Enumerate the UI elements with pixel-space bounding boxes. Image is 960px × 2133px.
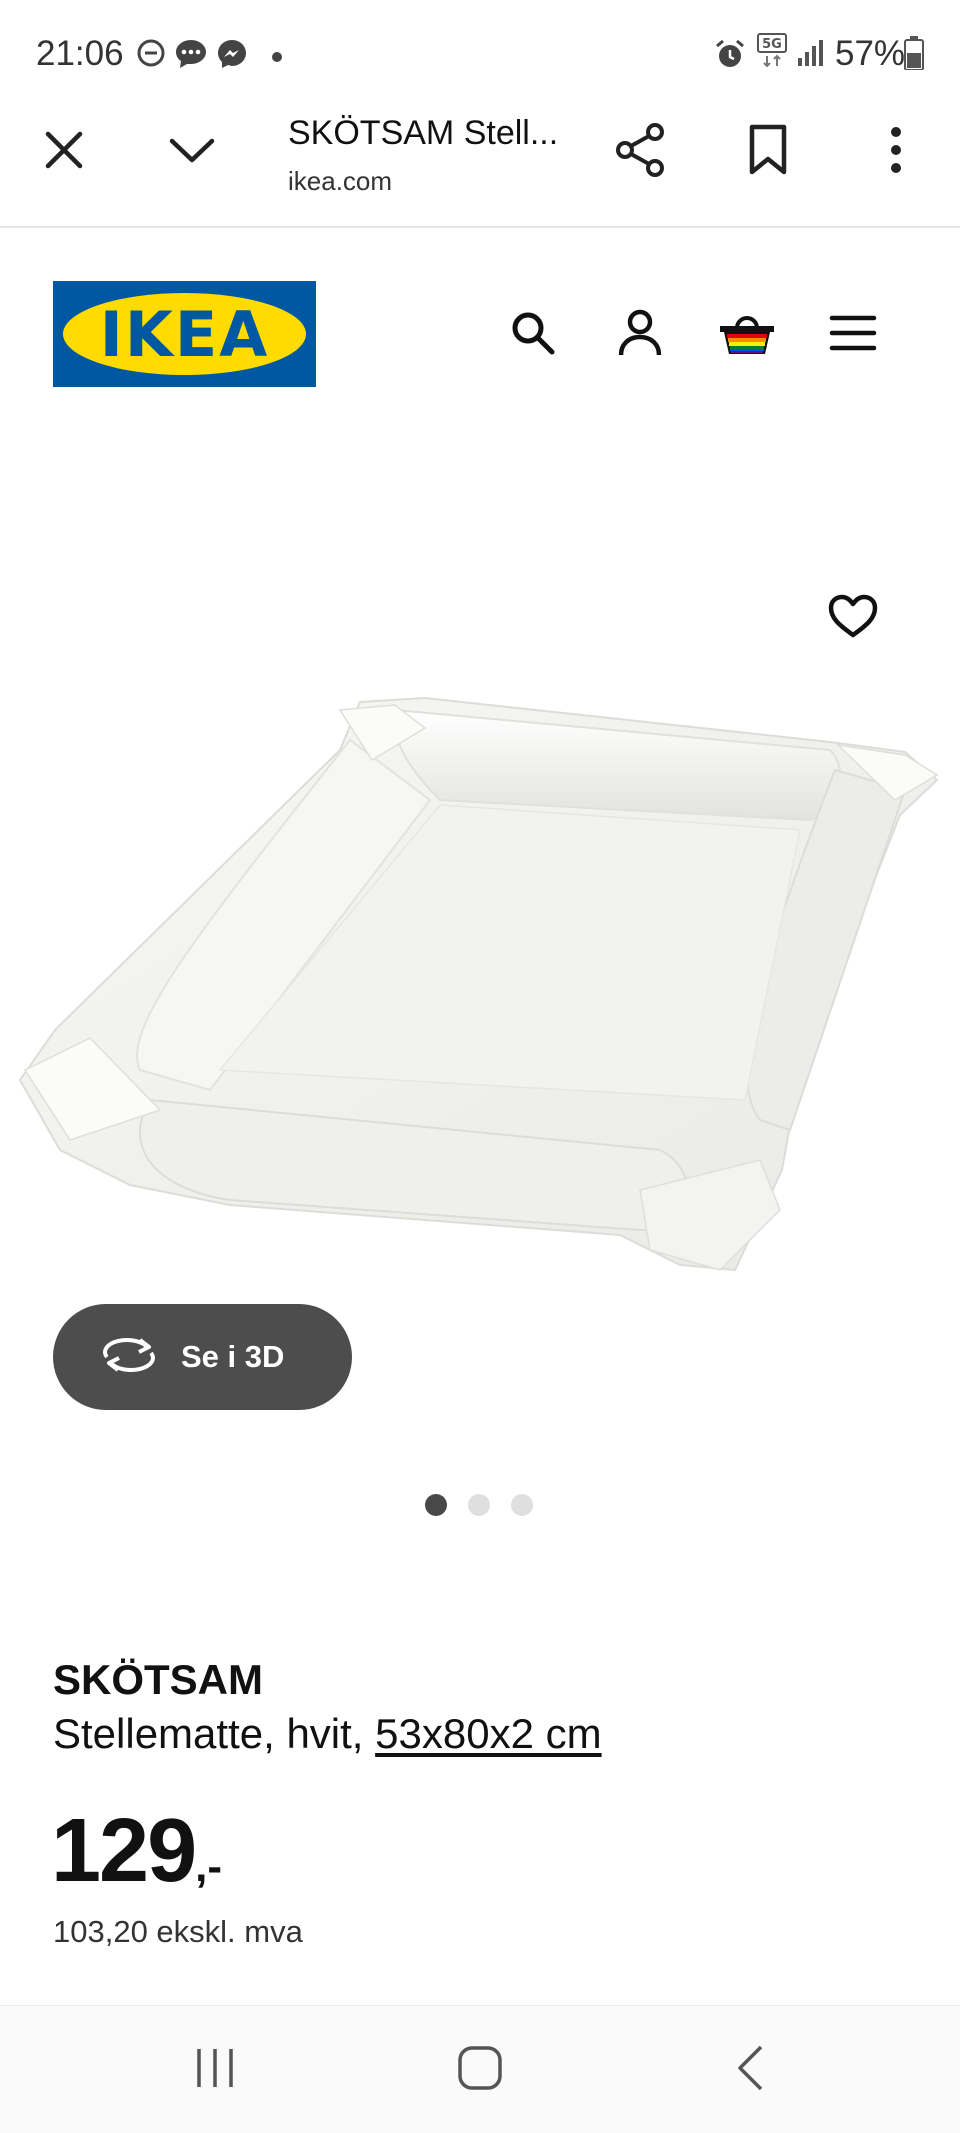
rotate-3d-icon	[99, 1335, 159, 1380]
price-integer: 129	[51, 1801, 197, 1901]
status-bar: 21:06 5G 57%	[0, 0, 960, 100]
shopping-bag-button[interactable]	[712, 300, 782, 370]
chevron-down-icon	[168, 135, 216, 170]
carousel-dot[interactable]	[425, 1494, 447, 1516]
page-title[interactable]: SKÖTSAM Stell...	[288, 114, 558, 153]
notification-dot-icon	[272, 49, 282, 67]
signal-icon	[796, 40, 824, 71]
alarm-icon	[714, 38, 746, 75]
shopping-bag-icon	[718, 308, 776, 363]
minimize-button[interactable]	[144, 100, 240, 204]
product-description: Stellematte, hvit, 53x80x2 cm	[53, 1710, 602, 1758]
menu-button[interactable]	[818, 300, 888, 370]
view-3d-label: Se i 3D	[181, 1339, 285, 1374]
battery-icon	[904, 36, 924, 75]
price-excluding-vat: 103,20 ekskl. mva	[53, 1914, 303, 1949]
share-icon	[613, 122, 667, 183]
ikea-logo[interactable]: IKEA	[53, 281, 316, 387]
price-suffix: ,-	[195, 1842, 223, 1891]
recent-apps-icon	[193, 2046, 237, 2095]
view-3d-button[interactable]: Se i 3D	[53, 1304, 352, 1410]
carousel-dot[interactable]	[511, 1494, 533, 1516]
share-button[interactable]	[592, 100, 688, 204]
bookmark-button[interactable]	[720, 100, 816, 204]
system-navigation-bar	[0, 2005, 960, 2133]
home-button[interactable]	[430, 2028, 530, 2112]
close-icon	[44, 130, 84, 175]
status-time: 21:06	[36, 34, 124, 73]
account-icon	[616, 308, 664, 363]
dnd-icon	[136, 38, 166, 73]
search-icon	[509, 309, 557, 362]
browser-toolbar: SKÖTSAM Stell... ikea.com	[0, 100, 960, 228]
battery-percentage: 57%	[835, 34, 906, 73]
back-icon	[735, 2044, 765, 2097]
heart-icon	[828, 594, 878, 643]
menu-icon	[829, 313, 877, 358]
more-vertical-icon	[889, 126, 903, 179]
product-size-link[interactable]: 53x80x2 cm	[375, 1710, 601, 1757]
search-button[interactable]	[498, 300, 568, 370]
back-button[interactable]	[700, 2028, 800, 2112]
messenger-icon	[216, 38, 248, 75]
bookmark-icon	[748, 124, 788, 181]
favorite-button[interactable]	[815, 580, 891, 656]
carousel-dot[interactable]	[468, 1494, 490, 1516]
product-price: 129,-	[51, 1800, 222, 1903]
close-tab-button[interactable]	[16, 100, 112, 204]
product-description-text: Stellematte, hvit,	[53, 1710, 376, 1757]
product-name: SKÖTSAM	[53, 1656, 263, 1703]
home-icon	[457, 2045, 503, 2096]
image-carousel-indicator	[425, 1494, 533, 1516]
logo-text: IKEA	[99, 297, 270, 371]
more-options-button[interactable]	[848, 100, 944, 204]
recent-apps-button[interactable]	[165, 2028, 265, 2112]
page-domain[interactable]: ikea.com	[288, 166, 392, 197]
svg-text:5G: 5G	[762, 37, 782, 52]
chat-bubble-icon	[174, 38, 208, 75]
network-5g-icon: 5G	[756, 32, 790, 75]
account-button[interactable]	[605, 300, 675, 370]
